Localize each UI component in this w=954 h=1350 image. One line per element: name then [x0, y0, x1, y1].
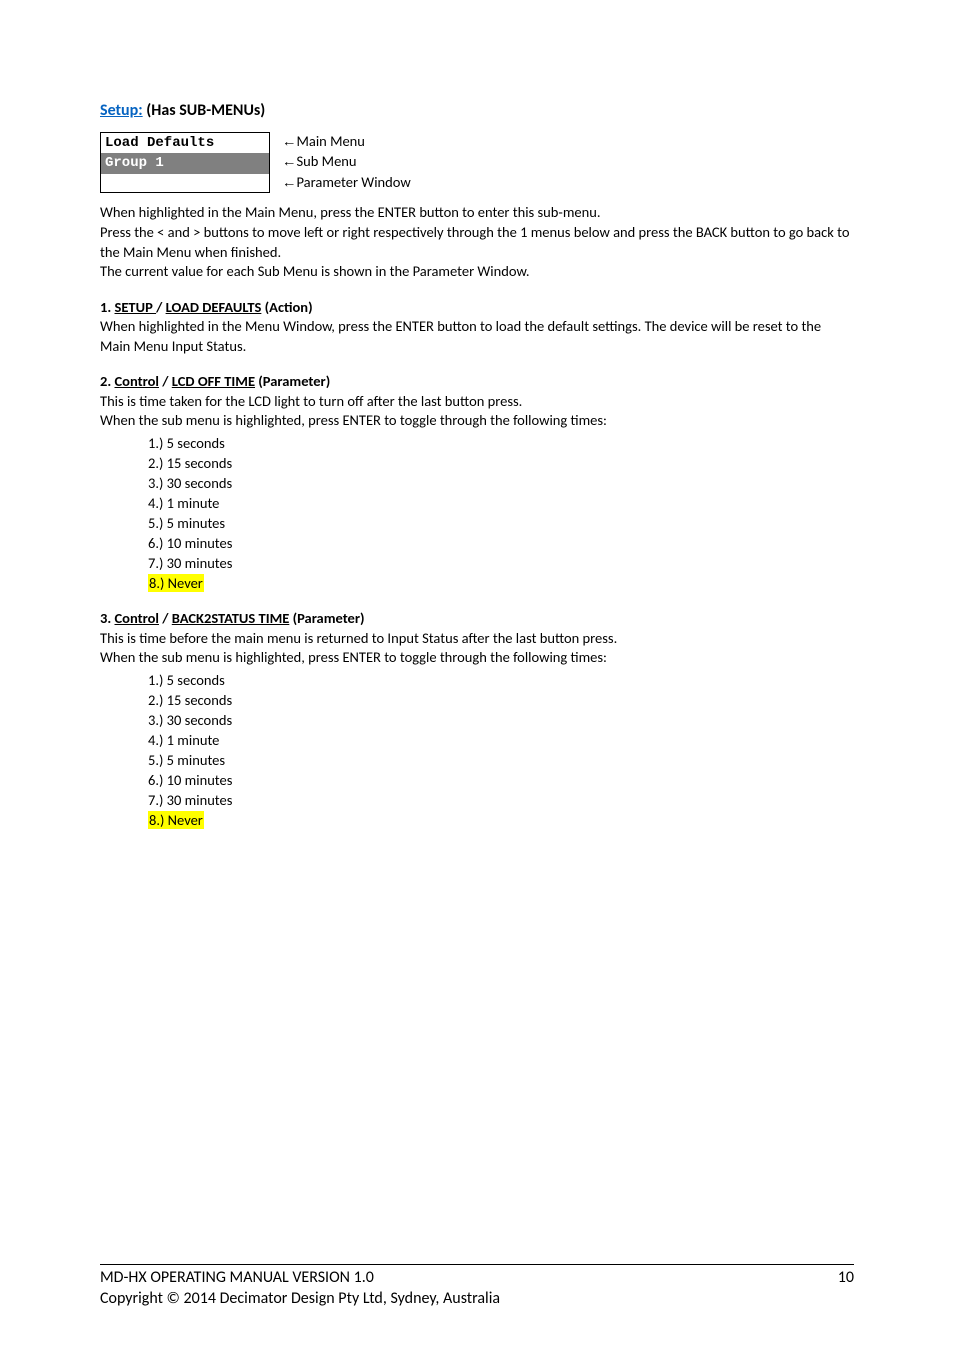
intro-paragraph: Press the < and > buttons to move left o… — [100, 223, 854, 262]
list-item: 5.) 5 minutes — [148, 513, 854, 533]
section-1-body: When highlighted in the Menu Window, pre… — [100, 317, 854, 356]
legend-param-label: Parameter Window — [297, 173, 411, 191]
legend-sub-label: Sub Menu — [297, 152, 357, 170]
list-item: 3.) 30 seconds — [148, 473, 854, 493]
arrow-left-icon: ← — [282, 154, 297, 170]
section-3-body: This is time before the main menu is ret… — [100, 629, 854, 649]
list-item: 6.) 10 minutes — [148, 770, 854, 790]
heading-number: 2. — [100, 372, 115, 390]
footer-title: MD-HX OPERATING MANUAL VERSION 1.0 — [100, 1267, 374, 1289]
legend-param: ←Parameter Window — [282, 173, 411, 194]
list-item: 8.) Never — [148, 573, 854, 593]
lcd-main-menu: Load Defaults — [101, 133, 269, 154]
arrow-left-icon: ← — [282, 175, 297, 191]
heading-path: Control — [115, 609, 159, 627]
legend-main: ←Main Menu — [282, 132, 411, 153]
heading-tag: (Action) — [261, 298, 312, 316]
lcd-display-wrap: Load Defaults Group 1 ←Main Menu ←Sub Me… — [100, 132, 854, 194]
section-2-list: 1.) 5 seconds2.) 15 seconds3.) 30 second… — [100, 433, 854, 593]
page-title: Setup: (Has SUB-MENUs) — [100, 100, 854, 122]
list-item: 2.) 15 seconds — [148, 690, 854, 710]
heading-path: LOAD DEFAULTS — [166, 298, 262, 316]
heading-path: SETUP — [115, 298, 157, 316]
heading-tag: (Parameter) — [255, 372, 330, 390]
section-2-body: This is time taken for the LCD light to … — [100, 392, 854, 412]
list-item: 3.) 30 seconds — [148, 710, 854, 730]
heading-number: 1. — [100, 298, 115, 316]
heading-path: BACK2STATUS TIME — [172, 609, 290, 627]
legend-sub: ←Sub Menu — [282, 152, 411, 173]
title-rest: (Has SUB-MENUs) — [143, 101, 266, 120]
heading-number: 3. — [100, 609, 115, 627]
list-item: 7.) 30 minutes — [148, 790, 854, 810]
heading-sep: / — [156, 298, 166, 316]
section-1-heading: 1. SETUP / LOAD DEFAULTS (Action) — [100, 298, 854, 318]
intro-paragraph: The current value for each Sub Menu is s… — [100, 262, 854, 282]
legend-main-label: Main Menu — [297, 132, 365, 150]
section-2-body: When the sub menu is highlighted, press … — [100, 411, 854, 431]
list-item: 7.) 30 minutes — [148, 553, 854, 573]
lcd-sub-menu: Group 1 — [101, 153, 269, 174]
section-3-heading: 3. Control / BACK2STATUS TIME (Parameter… — [100, 609, 854, 629]
heading-tag: (Parameter) — [289, 609, 364, 627]
list-item: 8.) Never — [148, 810, 854, 830]
list-item: 4.) 1 minute — [148, 493, 854, 513]
section-2-heading: 2. Control / LCD OFF TIME (Parameter) — [100, 372, 854, 392]
list-item: 4.) 1 minute — [148, 730, 854, 750]
arrow-left-icon: ← — [282, 134, 297, 150]
list-item: 1.) 5 seconds — [148, 670, 854, 690]
heading-sep: / — [159, 372, 172, 390]
lcd-display: Load Defaults Group 1 — [100, 132, 270, 194]
footer-page-number: 10 — [838, 1267, 854, 1289]
section-3-body: When the sub menu is highlighted, press … — [100, 648, 854, 668]
list-item: 1.) 5 seconds — [148, 433, 854, 453]
heading-path: Control — [115, 372, 159, 390]
lcd-legend: ←Main Menu ←Sub Menu ←Parameter Window — [282, 132, 411, 194]
title-link: Setup: — [100, 101, 143, 120]
list-item: 5.) 5 minutes — [148, 750, 854, 770]
footer: MD-HX OPERATING MANUAL VERSION 1.0 10 Co… — [100, 1264, 854, 1310]
section-3-list: 1.) 5 seconds2.) 15 seconds3.) 30 second… — [100, 670, 854, 830]
lcd-parameter-window — [101, 174, 269, 192]
list-item: 2.) 15 seconds — [148, 453, 854, 473]
heading-sep: / — [159, 609, 172, 627]
list-item: 6.) 10 minutes — [148, 533, 854, 553]
footer-copyright: Copyright © 2014 Decimator Design Pty Lt… — [100, 1288, 854, 1310]
heading-path: LCD OFF TIME — [172, 372, 255, 390]
intro-paragraph: When highlighted in the Main Menu, press… — [100, 203, 854, 223]
